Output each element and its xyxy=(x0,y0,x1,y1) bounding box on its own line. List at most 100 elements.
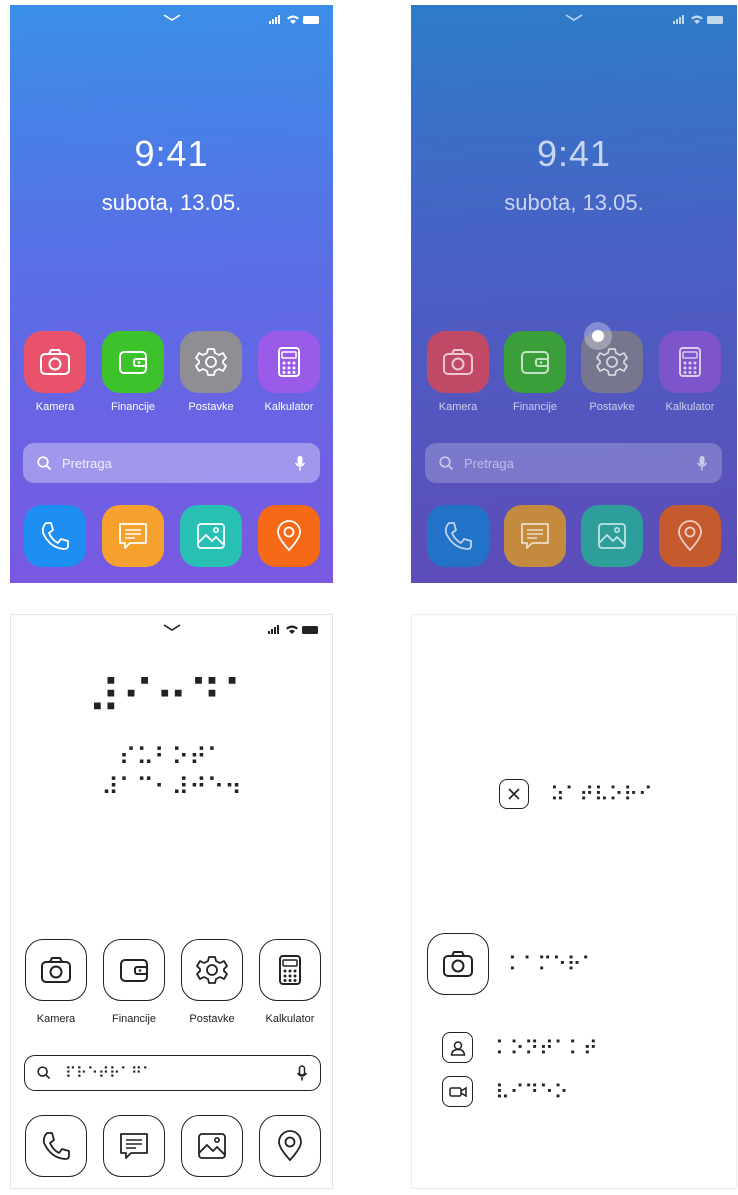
braille-camera-label: ⠅⠁⠍⠑⠗⠁ xyxy=(508,952,596,976)
gear-icon xyxy=(195,348,227,376)
search-icon xyxy=(37,455,52,470)
app-maps[interactable] xyxy=(258,505,320,567)
app-kalkulator[interactable] xyxy=(659,331,721,393)
app-label: Kamera xyxy=(36,1013,76,1025)
clock-time: 9:41 xyxy=(134,133,209,174)
app-maps[interactable] xyxy=(259,1115,321,1177)
image-icon xyxy=(198,1133,226,1159)
braille-search-placeholder: ⠏⠗⠑⠞⠗⠁⠛⠁ xyxy=(65,1064,153,1082)
signal-icon xyxy=(268,625,279,634)
app-label: Postavke xyxy=(589,401,635,413)
camera-icon xyxy=(40,349,70,375)
braille-context-menu: ⠵⠁⠞⠧⠕⠗⠊ ⠅⠁⠍⠑⠗⠁ ⠅⠕⠝⠞⠁⠅⠞ ⠧⠊⠙⠑⠕ xyxy=(411,614,737,1189)
app-messages[interactable] xyxy=(102,505,164,567)
braille-close-label: ⠵⠁⠞⠧⠕⠗⠊ xyxy=(550,782,653,806)
search-icon xyxy=(37,1066,51,1080)
app-phone[interactable] xyxy=(427,505,489,567)
app-gallery[interactable] xyxy=(581,505,643,567)
message-icon xyxy=(521,523,549,549)
phone-icon xyxy=(444,522,472,550)
microphone-icon[interactable] xyxy=(296,1064,308,1082)
calculator-icon xyxy=(279,955,301,985)
close-button[interactable] xyxy=(499,779,529,809)
video-camera-icon xyxy=(448,1086,467,1097)
app-label: Postavke xyxy=(189,1013,235,1025)
wifi-icon xyxy=(691,15,703,24)
app-label: Postavke xyxy=(188,401,234,413)
app-kamera[interactable] xyxy=(427,331,489,393)
chevron-down-icon[interactable] xyxy=(163,14,181,22)
braille-video-label: ⠧⠊⠙⠑⠕ xyxy=(495,1080,569,1104)
braille-date-line2: ⠼⠁⠉⠂⠼⠚⠑⠲ xyxy=(101,773,242,801)
phone-icon xyxy=(41,522,69,550)
app-label: Financije xyxy=(110,401,156,413)
menu-contact[interactable] xyxy=(442,1032,473,1063)
chevron-down-icon[interactable] xyxy=(565,14,583,22)
braille-contact-label: ⠅⠕⠝⠞⠁⠅⠞ xyxy=(495,1036,598,1060)
battery-icon xyxy=(707,15,723,24)
contact-icon xyxy=(450,1040,465,1056)
microphone-icon[interactable] xyxy=(294,455,306,472)
camera-icon xyxy=(443,349,473,375)
app-financije[interactable] xyxy=(102,331,164,393)
home-screen-braille: ⠼⠊⠒⠙⠁ ⠎⠥⠃⠕⠞⠁ ⠼⠁⠉⠂⠼⠚⠑⠲ Kamera Financije P… xyxy=(10,614,333,1189)
home-screen-dimmed: 9:41 subota, 13.05. Kamera Financije Pos… xyxy=(411,5,737,583)
battery-icon xyxy=(302,625,318,634)
app-postavke[interactable] xyxy=(181,939,243,1001)
search-bar[interactable]: Pretraga xyxy=(425,443,722,483)
location-icon xyxy=(277,520,301,552)
calculator-icon xyxy=(278,347,300,377)
location-icon xyxy=(678,520,702,552)
app-label: Financije xyxy=(512,401,558,413)
app-phone[interactable] xyxy=(24,505,86,567)
wallet-icon xyxy=(521,351,549,374)
app-maps[interactable] xyxy=(659,505,721,567)
touch-indicator xyxy=(584,322,612,350)
app-label: Kamera xyxy=(438,401,478,413)
search-icon xyxy=(439,455,454,470)
wifi-icon xyxy=(287,15,299,24)
image-icon xyxy=(598,523,626,549)
wallet-icon xyxy=(120,959,148,982)
message-icon xyxy=(119,523,147,549)
menu-camera[interactable] xyxy=(427,933,489,995)
app-kalkulator[interactable] xyxy=(258,331,320,393)
app-label: Kalkulator xyxy=(665,401,715,413)
app-postavke[interactable] xyxy=(180,331,242,393)
app-label: Kamera xyxy=(35,401,75,413)
status-bar xyxy=(268,625,318,634)
app-messages[interactable] xyxy=(504,505,566,567)
app-gallery[interactable] xyxy=(181,1115,243,1177)
search-placeholder: Pretraga xyxy=(62,455,112,471)
battery-icon xyxy=(303,15,319,24)
calculator-icon xyxy=(679,347,701,377)
app-phone[interactable] xyxy=(25,1115,87,1177)
app-financije[interactable] xyxy=(504,331,566,393)
braille-date-line1: ⠎⠥⠃⠕⠞⠁ xyxy=(118,743,225,771)
wallet-icon xyxy=(119,351,147,374)
app-label: Financije xyxy=(111,1013,157,1025)
clock-date: subota, 13.05. xyxy=(504,190,644,215)
message-icon xyxy=(120,1133,148,1159)
phone-icon xyxy=(42,1132,70,1160)
signal-icon xyxy=(673,15,684,24)
camera-icon xyxy=(41,957,71,983)
app-kamera[interactable] xyxy=(25,939,87,1001)
app-financije[interactable] xyxy=(103,939,165,1001)
app-gallery[interactable] xyxy=(180,505,242,567)
menu-video[interactable] xyxy=(442,1076,473,1107)
gear-icon xyxy=(596,348,628,376)
microphone-icon[interactable] xyxy=(696,455,708,472)
search-bar[interactable]: ⠏⠗⠑⠞⠗⠁⠛⠁ xyxy=(24,1055,321,1091)
chevron-down-icon[interactable] xyxy=(163,624,181,632)
app-messages[interactable] xyxy=(103,1115,165,1177)
app-kamera[interactable] xyxy=(24,331,86,393)
search-placeholder: Pretraga xyxy=(464,455,514,471)
clock-date: subota, 13.05. xyxy=(101,190,242,215)
gear-icon xyxy=(196,956,228,984)
status-bar xyxy=(269,15,319,24)
app-kalkulator[interactable] xyxy=(259,939,321,1001)
search-bar[interactable]: Pretraga xyxy=(23,443,320,483)
braille-time: ⠼⠊⠒⠙⠁ xyxy=(87,670,256,724)
camera-icon xyxy=(443,951,473,977)
